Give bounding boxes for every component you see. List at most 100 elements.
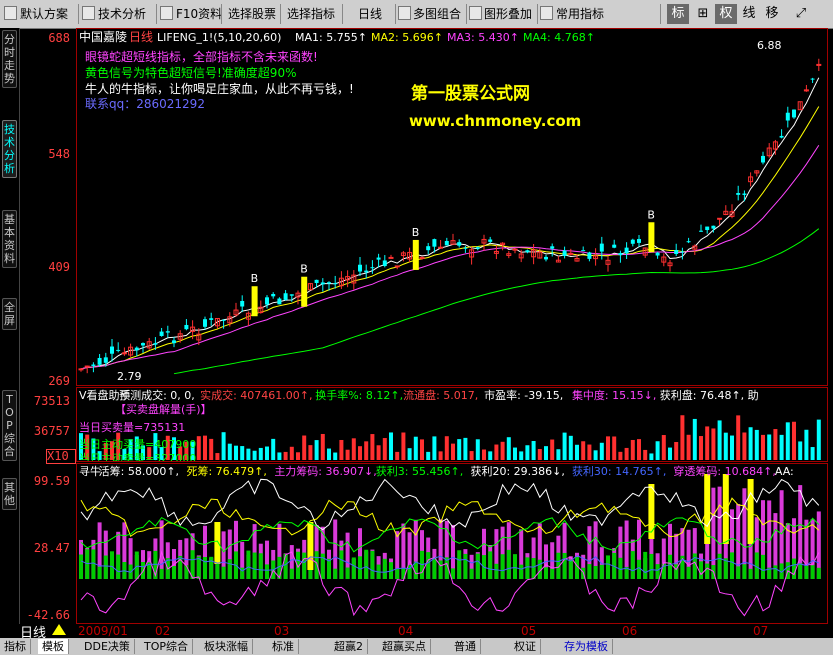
signal-markers: B B B B <box>251 208 655 317</box>
tab-chaoying2[interactable]: 超赢2 <box>330 639 368 654</box>
volume-bar <box>531 440 536 460</box>
volume-bar <box>779 434 784 460</box>
price-chart-panel[interactable]: B B B B 中国嘉陵 日线 LIFENG_1!(5,10,20,60) MA1: … <box>76 28 828 386</box>
fullscreen-icon[interactable]: ⤢ <box>790 4 812 24</box>
volume-bar <box>798 441 803 460</box>
menu-common-indicator[interactable]: 常用指标 <box>553 4 607 24</box>
line-button[interactable]: 线 <box>738 4 760 24</box>
tab-basic-info[interactable]: 基本资料 <box>2 210 17 268</box>
common-indicator-icon[interactable] <box>540 6 553 20</box>
tab-tech-analysis[interactable]: 技术分析 <box>2 120 17 178</box>
menu-divider <box>342 4 343 24</box>
menu-multi-chart[interactable]: 多图组合 <box>410 4 464 24</box>
move-button[interactable]: 移 <box>761 4 783 24</box>
tab-template[interactable]: 模板 <box>38 639 69 654</box>
chip-bar-green <box>792 558 796 579</box>
f10-icon[interactable] <box>160 6 173 20</box>
tab-save-template[interactable]: 存为模板 <box>560 639 613 654</box>
candle-body <box>624 247 629 254</box>
menu-daily[interactable]: 日线 <box>355 4 385 24</box>
tab-intraday-label: 分时走势 <box>4 33 15 85</box>
chip-bar-green <box>587 564 592 579</box>
volume-bar <box>196 436 201 460</box>
triangle-up-icon[interactable] <box>52 624 66 635</box>
tab-intraday[interactable]: 分时走势 <box>2 30 17 88</box>
chip-bar-green <box>265 564 269 579</box>
candle-body <box>612 244 617 248</box>
menu-select-indicator[interactable]: 选择指标 <box>284 4 338 24</box>
volume-bar <box>289 446 294 460</box>
candle-body <box>364 270 369 273</box>
volume-bar <box>221 432 226 460</box>
chip-bar-green <box>804 565 809 579</box>
candle-body <box>333 283 338 285</box>
menu-select-stock[interactable]: 选择股票 <box>225 4 279 24</box>
candle-body <box>785 112 790 121</box>
menu-tech-analysis[interactable]: 技术分析 <box>95 4 149 24</box>
volume-bar <box>296 452 300 460</box>
chip-signal-bar <box>307 522 314 570</box>
chip-bar-green <box>513 554 517 579</box>
tab-chaoying-buy[interactable]: 超赢买点 <box>378 639 431 654</box>
volume-bar <box>599 442 604 460</box>
volume-bar <box>413 436 418 460</box>
volume-bar <box>351 438 356 460</box>
volume-bar <box>705 426 710 460</box>
chip-bar-green <box>172 566 176 579</box>
date-label: 02 <box>155 624 171 638</box>
candle-body <box>221 319 226 321</box>
volume-bar <box>358 446 362 460</box>
chip-indicator-panel[interactable]: 寻牛 活筹: 58.000↑, 死筹: 76.479↑, 主力筹码: 36.907↓,… <box>76 463 828 624</box>
candle-body <box>655 252 660 256</box>
volume-panel[interactable]: V看盘助手 预测成交: 0, 0, 实成交: 407461.00↑, 换手率%: 8.… <box>76 387 828 465</box>
ma-value: MA2: 5.696↑ <box>371 31 443 44</box>
volume-bar <box>451 443 455 460</box>
volume-bar <box>742 432 747 460</box>
tab-sector-gain[interactable]: 板块涨幅 <box>200 639 253 654</box>
grid-toggle-button[interactable]: ⊞ <box>692 4 714 24</box>
note-line: 联系qq：286021292 <box>85 97 205 111</box>
volume-bar <box>544 446 548 460</box>
volume-bar <box>606 436 610 460</box>
signal-candle <box>251 286 258 317</box>
note-line: 黄色信号为特色超短信号!准确度超90% <box>85 65 296 80</box>
tab-dde[interactable]: DDE决策 <box>80 639 135 654</box>
candle-body <box>110 346 114 354</box>
menu-f10[interactable]: F10资料 <box>173 4 225 24</box>
candle-body <box>792 109 796 118</box>
tab-indicator[interactable]: 指标 <box>0 639 31 654</box>
chip-bar-green <box>773 565 778 579</box>
tab-top[interactable]: TOP综合 <box>2 390 17 461</box>
menu-overlay[interactable]: 图形叠加 <box>481 4 535 24</box>
chip-bar-green <box>97 566 102 579</box>
tab-normal[interactable]: 普通 <box>450 639 481 654</box>
chip-tick: 28.47 <box>33 541 70 555</box>
header-value: 穿透筹码: 10.684↑, <box>673 464 775 478</box>
volume-bar <box>420 439 424 460</box>
chip-bar-green <box>730 552 734 579</box>
chip-bar-green <box>91 549 96 579</box>
volume-bar <box>488 451 493 460</box>
volume-bar <box>568 435 573 460</box>
menu-bar: 默认方案 技术分析 F10资料 选择股票 选择指标 日线 多图组合 图形叠加 常… <box>0 0 833 29</box>
volume-bar <box>271 438 276 460</box>
tab-fullscreen[interactable]: 全屏 <box>2 298 17 330</box>
volume-bar <box>227 443 232 460</box>
rights-button[interactable]: 权 <box>715 4 737 24</box>
tab-other[interactable]: 其他 <box>2 478 17 510</box>
chip-bar-green <box>469 568 474 579</box>
candle-body <box>184 324 189 330</box>
header-value: 主力筹码: 36.907↓, <box>274 464 376 478</box>
window-icon[interactable] <box>4 6 17 20</box>
menu-default-scheme[interactable]: 默认方案 <box>17 4 71 24</box>
candle-body <box>680 251 685 253</box>
chip-header: 寻牛活筹: 58.000↑, 死筹: 76.479↑, 主力筹码: 36.907↓,… <box>79 464 794 478</box>
tab-top-summary[interactable]: TOP综合 <box>140 639 194 654</box>
volume-chart: V看盘助手预测成交: 0, 0, 实成交: 407461.00↑, 换手率%: 8.… <box>79 388 821 465</box>
tab-warrant[interactable]: 权证 <box>510 639 541 654</box>
candle-body <box>376 257 381 260</box>
mark-button[interactable]: 标 <box>667 4 689 24</box>
tab-standard[interactable]: 标准 <box>268 639 299 654</box>
candle-body <box>587 252 592 259</box>
tech-analysis-icon[interactable] <box>82 6 95 20</box>
